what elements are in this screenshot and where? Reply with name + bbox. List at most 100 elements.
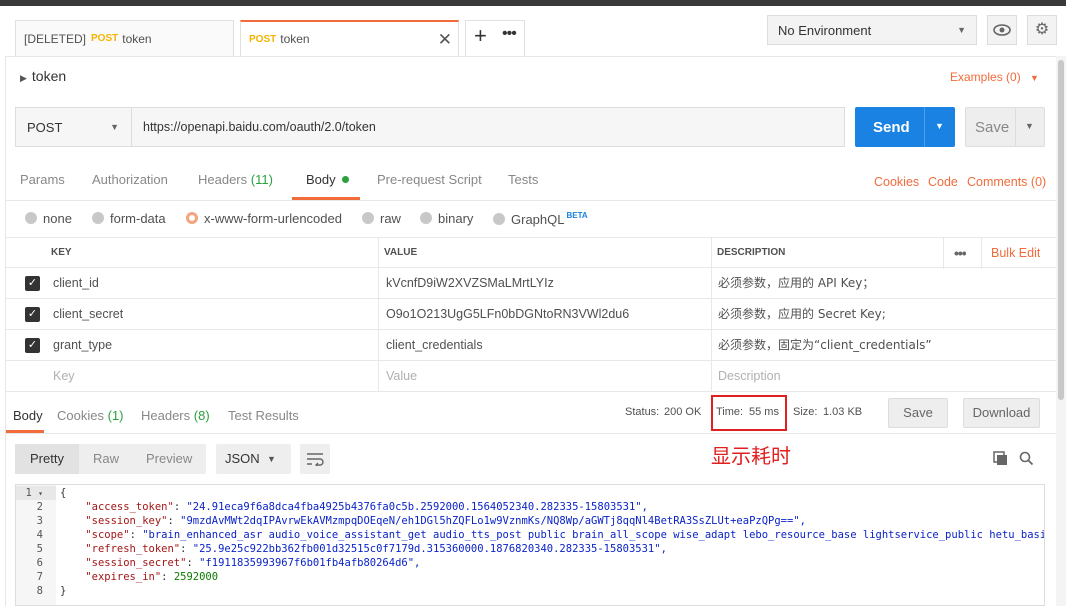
checkbox-checked[interactable]: ✓ <box>25 338 40 353</box>
url-bar: POST ▼ <box>15 107 845 147</box>
row-key[interactable]: client_id <box>53 268 99 299</box>
response-tab-test-results[interactable]: Test Results <box>228 408 299 423</box>
examples-dropdown[interactable]: Examples (0) ▼ <box>950 70 1039 84</box>
more-icon[interactable]: ••• <box>502 25 517 43</box>
key-placeholder[interactable]: Key <box>53 361 75 392</box>
radio-form-data[interactable]: form-data <box>92 211 166 226</box>
download-button[interactable]: Download <box>963 398 1040 428</box>
chevron-down-icon[interactable]: ▼ <box>935 121 944 131</box>
response-tab-body[interactable]: Body <box>13 408 43 423</box>
value-placeholder[interactable]: Value <box>386 361 417 392</box>
radio-graphql[interactable]: GraphQL BETA <box>493 211 588 227</box>
tab-name: token <box>280 32 310 46</box>
save-button[interactable]: Save ▼ <box>965 107 1045 147</box>
table-row-empty: Key Value Description <box>6 361 1056 392</box>
row-description[interactable]: 必须参数，应用的 Secret Key; <box>718 299 886 330</box>
tab-name: token <box>122 31 152 46</box>
checkbox-checked[interactable]: ✓ <box>25 276 40 291</box>
column-header-key: KEY <box>51 247 72 258</box>
line-number: 6 <box>36 557 43 569</box>
tab-params[interactable]: Params <box>20 172 65 187</box>
eye-icon[interactable] <box>987 15 1017 45</box>
bulk-edit-link[interactable]: Bulk Edit <box>991 238 1040 269</box>
tab-prefix: [DELETED] <box>24 31 87 46</box>
code-link[interactable]: Code <box>928 175 958 189</box>
tab-body[interactable]: Body <box>306 172 349 187</box>
window-top-bar <box>0 0 1066 6</box>
gear-icon[interactable]: ⚙ <box>1027 15 1057 45</box>
radio-raw[interactable]: raw <box>362 211 401 226</box>
scrollbar-thumb[interactable] <box>1058 60 1064 400</box>
row-value[interactable]: client_credentials <box>386 330 483 361</box>
format-select[interactable]: JSON ▼ <box>216 444 291 474</box>
table-header-row: KEY VALUE DESCRIPTION ••• Bulk Edit <box>6 237 1056 269</box>
request-title[interactable]: ▶ token <box>20 68 66 84</box>
wrap-lines-icon[interactable] <box>300 444 330 474</box>
column-header-description: DESCRIPTION <box>717 247 786 258</box>
copy-icon[interactable] <box>993 451 1008 470</box>
chevron-down-icon[interactable]: ▼ <box>1025 121 1034 131</box>
url-input[interactable] <box>132 108 844 146</box>
comments-link[interactable]: Comments (0) <box>967 175 1046 189</box>
checkbox-checked[interactable]: ✓ <box>25 307 40 322</box>
method-select[interactable]: POST ▼ <box>16 108 132 146</box>
environment-value: No Environment <box>778 23 872 38</box>
chevron-down-icon: ▼ <box>1030 73 1039 83</box>
line-number: 2 <box>36 501 43 513</box>
tab-actions: + ••• <box>465 20 525 56</box>
column-header-value: VALUE <box>384 247 418 258</box>
time-highlight-box <box>711 395 787 431</box>
size-value: 1.03 KB <box>823 406 863 418</box>
tab-headers[interactable]: Headers (11) <box>198 172 273 187</box>
table-row: ✓ grant_type client_credentials 必须参数，固定为… <box>6 330 1056 361</box>
search-icon[interactable] <box>1019 451 1034 470</box>
radio-urlencoded[interactable]: x-www-form-urlencoded <box>186 211 342 226</box>
size-label: Size: <box>793 406 818 418</box>
chevron-down-icon: ▼ <box>110 122 119 132</box>
row-value[interactable]: O9o1O213UgG5LFn0bDGNtoRN3VWl2du6 <box>386 299 629 330</box>
view-preview[interactable]: Preview <box>146 444 192 474</box>
response-tab-headers[interactable]: Headers (8) <box>141 408 210 423</box>
tab-method: POST <box>91 33 119 44</box>
cookies-link[interactable]: Cookies <box>874 175 919 189</box>
more-icon[interactable]: ••• <box>954 238 966 269</box>
tab-tests[interactable]: Tests <box>508 172 538 187</box>
tab-prerequest-script[interactable]: Pre-request Script <box>377 172 482 187</box>
send-button[interactable]: Send ▼ <box>855 107 955 147</box>
save-response-button[interactable]: Save <box>888 398 948 428</box>
divider <box>6 433 1056 434</box>
code-line: "expires_in": 2592000 <box>85 571 219 583</box>
row-value[interactable]: kVcnfD9iW2XVZSMaLMrtLYIz <box>386 268 554 299</box>
code-line: } <box>60 585 67 597</box>
table-row: ✓ client_id kVcnfD9iW2XVZSMaLMrtLYIz 必须参… <box>6 268 1056 299</box>
status-value: 200 OK <box>664 406 702 418</box>
status-label: Status: <box>625 406 660 418</box>
row-key[interactable]: client_secret <box>53 299 123 330</box>
code-line: "access_token": "24.91eca9f6a8dca4fba492… <box>85 501 648 513</box>
response-body-code[interactable]: 1 ▾ 2 3 4 5 6 7 8 { "access_token": "24.… <box>15 484 1045 606</box>
line-number: 8 <box>36 585 43 597</box>
status-dot <box>341 176 349 183</box>
response-tab-cookies[interactable]: Cookies (1) <box>57 408 123 423</box>
row-key[interactable]: grant_type <box>53 330 112 361</box>
description-placeholder[interactable]: Description <box>718 361 781 392</box>
request-tab-active[interactable]: POST token ✕ <box>240 20 459 56</box>
view-raw[interactable]: Raw <box>93 444 119 474</box>
request-tab-deleted[interactable]: [DELETED] POST token <box>15 20 234 56</box>
environment-select[interactable]: No Environment ▼ <box>767 15 977 45</box>
radio-none[interactable]: none <box>25 211 72 226</box>
close-icon[interactable]: ✕ <box>438 30 452 50</box>
code-line: "scope": "brain_enhanced_asr audio_voice… <box>85 529 1045 541</box>
view-pretty[interactable]: Pretty <box>15 444 79 474</box>
chevron-down-icon: ▼ <box>267 454 276 464</box>
code-line: { <box>60 487 67 499</box>
row-description[interactable]: 必须参数，固定为“client_credentials” <box>718 330 932 361</box>
expand-icon[interactable]: ▶ <box>20 73 27 83</box>
divider <box>6 200 1056 201</box>
tab-authorization[interactable]: Authorization <box>92 172 168 187</box>
plus-icon[interactable]: + <box>474 23 487 49</box>
code-line: "refresh_token": "25.9e25c922bb362fb001d… <box>85 543 667 555</box>
code-line: "session_key": "9mzdAvMWt2dqIPAvrwEkAVMz… <box>85 515 806 527</box>
radio-binary[interactable]: binary <box>420 211 473 226</box>
row-description[interactable]: 必须参数，应用的 API Key； <box>718 268 874 299</box>
